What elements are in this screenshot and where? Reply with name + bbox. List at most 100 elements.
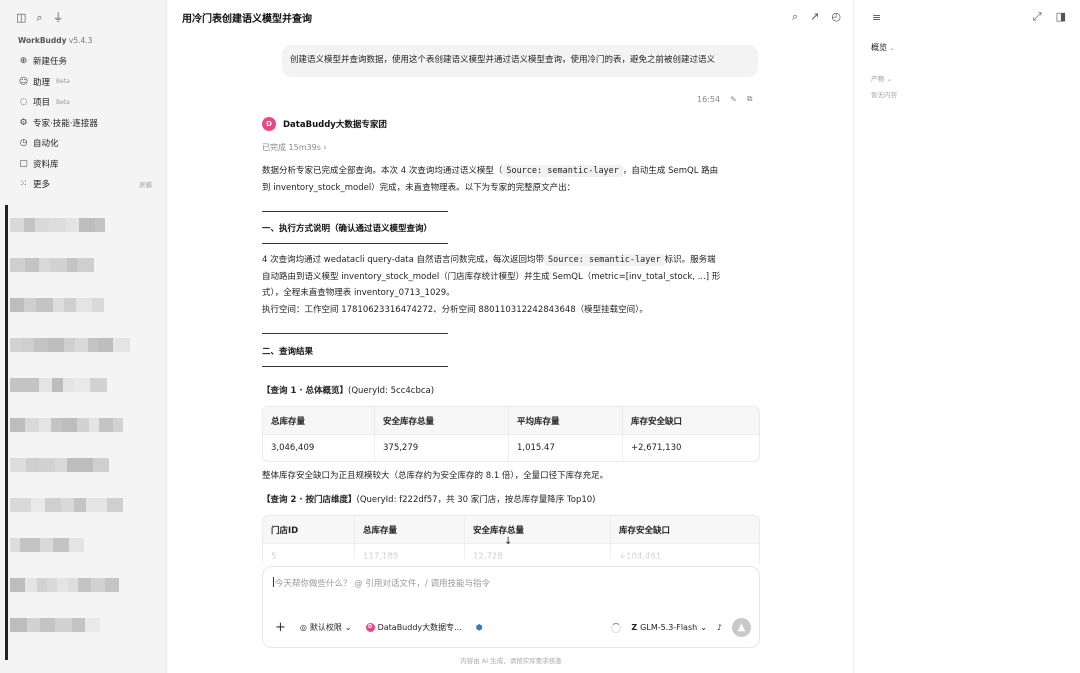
query-2-title: 【查询 2 · 按门店维度】 — [262, 495, 357, 505]
sidebar-item-experts[interactable]: ⚙ 专家·技能·连接器 — [0, 113, 166, 134]
redacted-block — [24, 218, 35, 232]
redacted-block — [61, 498, 74, 512]
app-brand: WorkBuddy v5.4.3 — [0, 24, 166, 45]
sidebar-item-automation[interactable]: ◷ 自动化 — [0, 133, 166, 154]
agent-chip[interactable]: D DataBuddy大数据专... — [365, 622, 462, 633]
redacted-block — [88, 338, 98, 352]
redacted-block — [68, 578, 78, 592]
exec-line-3: 式），全程未直查物理表 inventory_0713_1029。 — [262, 288, 455, 298]
redacted-block — [77, 418, 89, 432]
app-name: WorkBuddy — [18, 36, 67, 45]
copy-icon[interactable]: ⧉ — [747, 94, 753, 104]
inline-code: Source: semantic-layer — [544, 254, 665, 266]
query-2-id: (QueryId: f222df57，共 30 家门店，按总库存量降序 Top1… — [356, 495, 596, 505]
history-icon[interactable]: ◴ — [831, 10, 841, 24]
plugin-icon[interactable]: ⬢ — [476, 623, 483, 632]
edit-icon[interactable]: ✎ — [730, 95, 737, 104]
exec-line-2: 自动路由到语义模型 inventory_stock_model（门店库存统计模型… — [262, 271, 721, 282]
redacted-block — [10, 578, 25, 592]
task-status-label: 已完成 15m39s — [262, 143, 321, 152]
menu-icon[interactable]: ≡ — [872, 11, 881, 24]
redacted-history-item — [10, 418, 160, 432]
exec-text-b: 标识。服务端 — [664, 255, 716, 265]
redacted-block — [10, 458, 26, 472]
sidebar-item-more[interactable]: ⁙ 更多 灵感 — [0, 174, 166, 195]
sidebar-toolbar: ◫ ⌕ ⏚ — [0, 0, 166, 24]
redacted-block — [95, 218, 105, 232]
overview-section[interactable]: 概览 ⌄ — [854, 42, 1080, 53]
filter-icon[interactable]: ⏚ — [53, 12, 64, 24]
redacted-block — [25, 258, 39, 272]
query-1-title: 【查询 1 · 总体概览】 — [262, 386, 349, 396]
table-cell: +2,671,130 — [631, 443, 682, 453]
redacted-block — [24, 298, 36, 312]
microphone-icon[interactable]: ♪ — [717, 623, 722, 632]
table-header-cell: 平均库存量 — [509, 407, 623, 434]
redacted-block — [10, 618, 27, 632]
intro-line-2: 到 inventory_stock_model）完成，未直查物理表。以下为专家的… — [262, 182, 576, 193]
redacted-block — [31, 498, 45, 512]
panel-toggle-icon[interactable]: ◨ — [1056, 10, 1066, 24]
sidebar-item-new-task[interactable]: ⊕ 新建任务 — [0, 51, 166, 72]
redacted-block — [78, 458, 93, 472]
redacted-block — [66, 218, 79, 232]
redacted-block — [35, 218, 49, 232]
redacted-block — [47, 578, 57, 592]
sidebar-item-library[interactable]: ▢ 资料库 — [0, 154, 166, 175]
empty-state: 暂无内容 — [871, 91, 897, 99]
shield-check-icon: ◎ — [299, 623, 307, 632]
redacted-block — [85, 618, 100, 632]
redacted-block — [53, 298, 64, 312]
message-composer[interactable]: 今天帮你做些什么？ @ 引用对话文件，/ 调用技能与指令 + ◎ 默认权限 ⌄ … — [262, 566, 760, 648]
exec-line-4: 执行空间：工作空间 17810623316474272、分析空间 8801103… — [262, 304, 648, 315]
composer-input[interactable]: 今天帮你做些什么？ @ 引用对话文件，/ 调用技能与指令 — [273, 577, 490, 589]
window-edge — [5, 205, 8, 660]
clock-icon: ◷ — [19, 138, 28, 149]
redacted-block — [55, 458, 67, 472]
redacted-block — [30, 538, 40, 552]
scroll-down-icon[interactable]: ↓ — [504, 536, 512, 547]
redacted-block — [93, 458, 109, 472]
redacted-block — [113, 418, 123, 432]
redacted-block — [74, 378, 90, 392]
redacted-block — [76, 298, 92, 312]
chevron-down-icon: ⌄ — [700, 623, 707, 632]
table-header-cell: 安全库存总量 — [375, 407, 509, 434]
toggle-sidebar-icon[interactable]: ◫ — [16, 12, 26, 24]
table-cell: 12,728 — [465, 544, 611, 565]
table-cell: 117,189 — [355, 544, 465, 565]
redacted-block — [39, 418, 51, 432]
permission-selector[interactable]: ◎ 默认权限 ⌄ — [300, 622, 352, 633]
model-selector[interactable]: Z GLM-5.3-Flash ⌄ — [631, 623, 707, 632]
model-logo-icon: Z — [631, 623, 638, 632]
add-icon[interactable]: + — [275, 620, 286, 635]
redacted-block — [39, 258, 50, 272]
redacted-history-item — [10, 498, 160, 512]
send-button[interactable]: ▲ — [732, 618, 751, 637]
sidebar-item-assistant[interactable]: ☺ 助理 Beta — [0, 72, 166, 93]
redacted-block — [10, 538, 20, 552]
query-1-table: 总库存量 安全库存总量 平均库存量 库存安全缺口 3,046,409 375,2… — [262, 406, 760, 462]
agent-name: DataBuddy大数据专家团 — [283, 120, 387, 130]
outputs-section[interactable]: 产物 ⌄ — [854, 73, 1080, 83]
sidebar-item-label: 项目 — [33, 98, 51, 109]
sidebar-item-projects[interactable]: ◌ 项目 Beta — [0, 92, 166, 113]
search-icon[interactable]: ⌕ — [792, 10, 798, 24]
redacted-block — [64, 298, 76, 312]
redacted-history-item — [10, 378, 160, 392]
redacted-block — [62, 418, 77, 432]
inspiration-link[interactable]: 灵感 — [139, 179, 152, 189]
search-icon[interactable]: ⌕ — [36, 12, 42, 24]
redacted-block — [48, 338, 64, 352]
redacted-block — [105, 578, 119, 592]
query-1-id: (QueryId: 5cc4cbca) — [348, 386, 435, 396]
intro-paragraph: 数据分析专家已完成全部查询。本次 4 次查询均通过语义模型（ Source: se… — [262, 163, 760, 196]
redacted-block — [10, 498, 21, 512]
expand-icon[interactable]: ⤢ — [1033, 10, 1042, 24]
section-heading-1: 一、执行方式说明（确认通过语义模型查询） — [262, 224, 433, 234]
task-status[interactable]: 已完成 15m39s › — [262, 142, 327, 153]
redacted-block — [21, 498, 31, 512]
share-icon[interactable]: ↗ — [810, 10, 819, 24]
redacted-block — [67, 458, 78, 472]
sidebar-item-label: 更多 — [33, 180, 51, 191]
